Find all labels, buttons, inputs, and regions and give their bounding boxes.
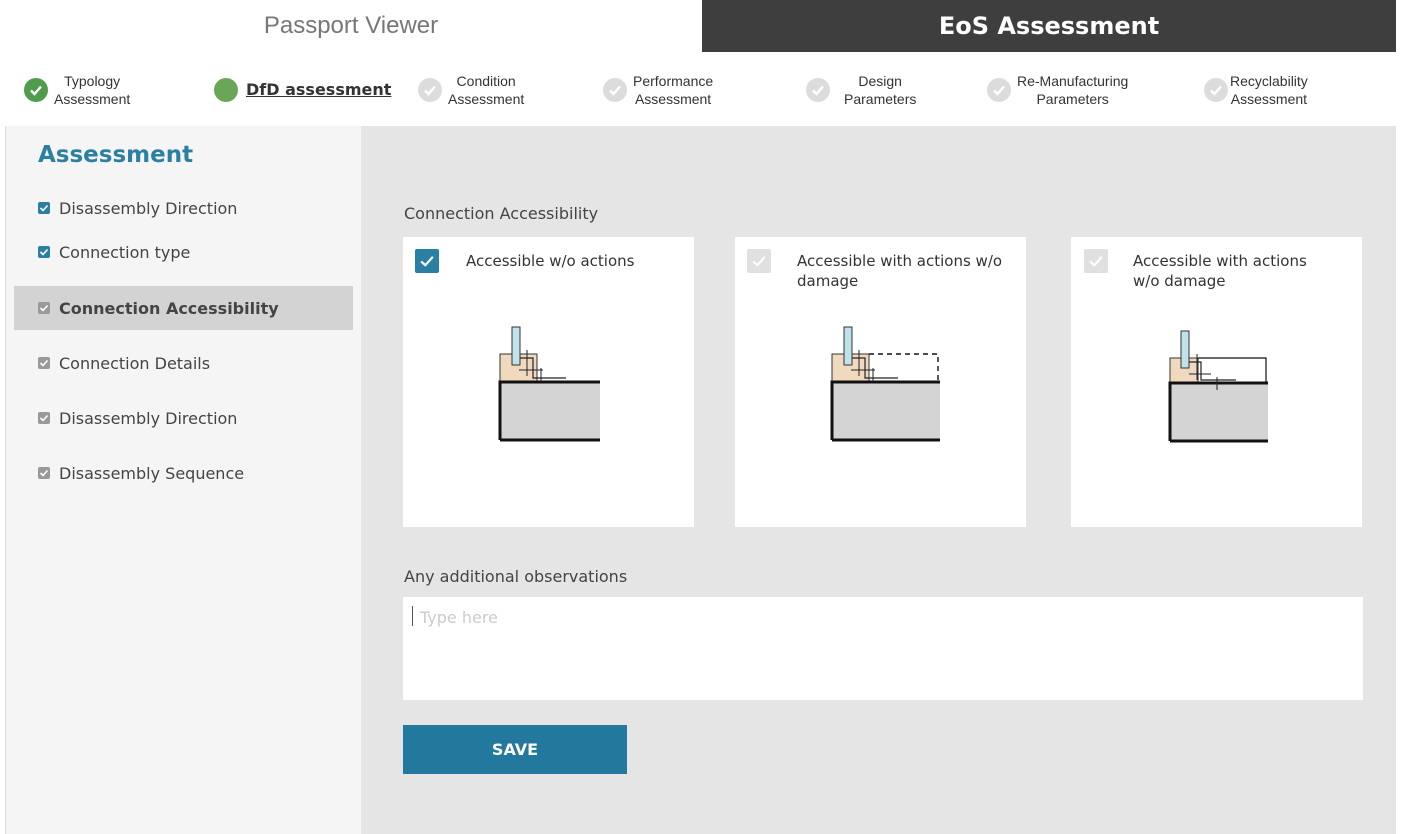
sidebar-item-label: Disassembly Direction bbox=[59, 198, 238, 218]
checkbox-icon bbox=[38, 357, 50, 369]
observations-placeholder: Type here bbox=[420, 608, 498, 627]
step-label: Design Parameters bbox=[844, 73, 917, 107]
step-recyclability-assessment[interactable]: Recyclability Assessment bbox=[1204, 66, 1308, 114]
sidebar-item-disassembly-sequence[interactable]: Disassembly Sequence bbox=[14, 451, 353, 495]
step-label: DfD assessment bbox=[246, 80, 392, 99]
option-label: Accessible w/o actions bbox=[466, 252, 635, 270]
sidebar-item-connection-type[interactable]: Connection type bbox=[14, 230, 353, 274]
step-performance-assessment[interactable]: Performance Assessment bbox=[603, 66, 713, 114]
section-title: Connection Accessibility bbox=[404, 204, 599, 223]
checkbox-icon bbox=[38, 302, 50, 314]
check-circle-icon bbox=[418, 78, 442, 102]
sidebar-item-label: Connection Accessibility bbox=[59, 298, 279, 318]
option-label: Accessible with actions w/o damage bbox=[1133, 252, 1307, 290]
step-design-parameters[interactable]: Design Parameters bbox=[806, 66, 916, 114]
option-card-accessible-wo-actions[interactable]: Accessible w/o actions bbox=[403, 237, 694, 527]
step-label: Performance Assessment bbox=[633, 73, 714, 107]
sidebar-item-disassembly-direction[interactable]: Disassembly Direction bbox=[14, 186, 353, 230]
option-card-accessible-with-actions-wo-damage-2[interactable]: Accessible with actions w/o damage bbox=[1071, 237, 1362, 527]
step-label: Re-Manufacturing Parameters bbox=[1017, 73, 1129, 107]
step-label: Condition Assessment bbox=[448, 73, 525, 107]
checkbox-icon bbox=[38, 412, 50, 424]
check-circle-icon bbox=[987, 78, 1011, 102]
step-condition-assessment[interactable]: Condition Assessment bbox=[418, 66, 524, 114]
option-label: Accessible with actions w/o damage bbox=[797, 252, 1003, 290]
step-dfd-assessment[interactable]: DfD assessment bbox=[214, 66, 391, 114]
tab-eos-assessment[interactable]: EoS Assessment bbox=[702, 0, 1396, 52]
option-card-accessible-with-actions-wo-damage[interactable]: Accessible with actions w/o damage bbox=[735, 237, 1026, 527]
sidebar-item-connection-accessibility[interactable]: Connection Accessibility bbox=[14, 286, 353, 330]
sidebar-item-label: Connection Details bbox=[59, 353, 211, 373]
tab-passport-viewer[interactable]: Passport Viewer bbox=[0, 0, 702, 52]
observations-textarea[interactable] bbox=[403, 597, 1363, 700]
current-step-dot-icon bbox=[214, 78, 238, 102]
sidebar-item-label: Disassembly Sequence bbox=[59, 463, 245, 483]
connection-diagram-icon bbox=[498, 326, 600, 442]
step-label: Typology Assessment bbox=[54, 73, 131, 107]
sidebar-item-label: Disassembly Direction bbox=[59, 408, 238, 428]
step-label: Recyclability Assessment bbox=[1230, 73, 1308, 107]
step-remanufacturing-parameters[interactable]: Re-Manufacturing Parameters bbox=[987, 66, 1128, 114]
observations-label: Any additional observations bbox=[404, 567, 628, 586]
checkbox-unchecked-icon[interactable] bbox=[747, 249, 771, 273]
checkbox-checked-icon bbox=[38, 246, 50, 258]
checkbox-checked-icon[interactable] bbox=[415, 249, 439, 273]
checkbox-icon bbox=[38, 467, 50, 479]
save-button[interactable]: SAVE bbox=[403, 725, 627, 774]
connection-diagram-icon bbox=[1168, 330, 1268, 443]
check-circle-icon bbox=[806, 78, 830, 102]
connection-diagram-icon bbox=[830, 326, 940, 442]
checkbox-checked-icon bbox=[38, 202, 50, 214]
step-typology-assessment[interactable]: Typology Assessment bbox=[24, 66, 130, 114]
check-circle-icon bbox=[603, 78, 627, 102]
sidebar-item-connection-details[interactable]: Connection Details bbox=[14, 341, 353, 385]
check-circle-icon bbox=[1204, 78, 1228, 102]
checkbox-unchecked-icon[interactable] bbox=[1084, 249, 1108, 273]
sidebar-item-label: Connection type bbox=[59, 242, 191, 262]
text-caret bbox=[412, 606, 413, 626]
sidebar-item-disassembly-direction-2[interactable]: Disassembly Direction bbox=[14, 396, 353, 440]
check-circle-icon bbox=[24, 78, 48, 102]
sidebar-title: Assessment bbox=[38, 142, 194, 168]
